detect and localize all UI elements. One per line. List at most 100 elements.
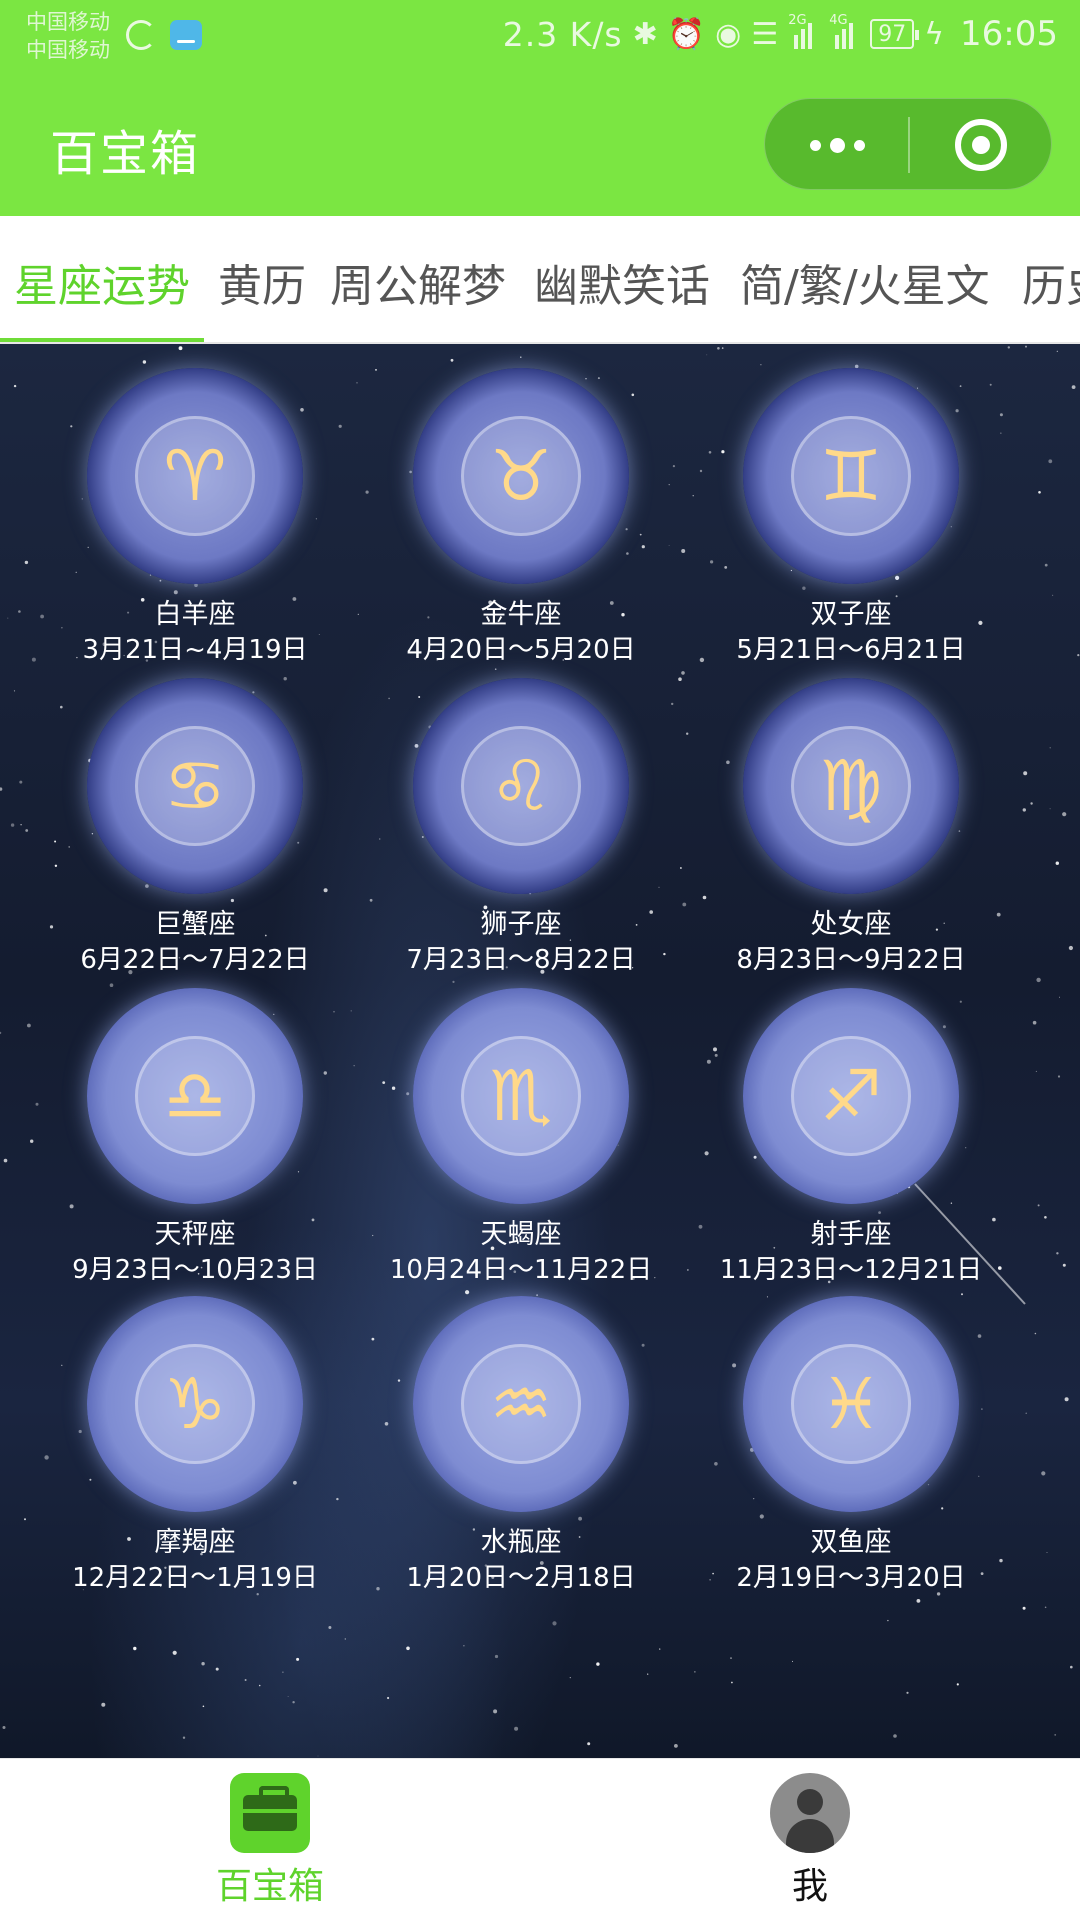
zodiac-date-range: 8月23日～9月22日 — [736, 945, 966, 975]
zodiac-name: 白羊座 — [154, 599, 236, 630]
tab-jokes[interactable]: 幽默笑话 — [534, 250, 710, 314]
zodiac-date-range: 5月21日～6月21日 — [736, 635, 966, 665]
signal-2g-icon: 2G — [788, 13, 819, 49]
zodiac-sign-card[interactable]: ♉ 金牛座 4月20日～5月20日 — [356, 368, 686, 668]
zodiac-name: 摩羯座 — [154, 1527, 236, 1558]
zodiac-symbol-icon: ♋ — [135, 726, 255, 846]
zodiac-panel: ♈ 白羊座 3月21日~4月19日 ♉ 金牛座 4月20日～5月20日 ♊ 双子座 5月21日～… — [0, 344, 1080, 1758]
zodiac-sign-card[interactable]: ♊ 双子座 5月21日～6月21日 — [686, 368, 1016, 668]
carrier-2: 中国移动 — [26, 38, 110, 62]
network-speed: 2.3 K/s — [502, 14, 623, 54]
zodiac-symbol-icon: ♍ — [791, 726, 911, 846]
zodiac-name: 天秤座 — [154, 1219, 236, 1250]
zodiac-date-range: 6月22日～7月22日 — [80, 945, 310, 975]
signal-4g-icon: 4G — [829, 13, 860, 49]
zodiac-avatar: ♉ — [413, 368, 629, 584]
notification-app-icon — [170, 20, 202, 50]
zodiac-date-range: 7月23日～8月22日 — [406, 945, 636, 975]
more-menu-button[interactable] — [765, 99, 909, 191]
tab-almanac[interactable]: 黄历 — [218, 250, 306, 314]
zodiac-symbol-icon: ♌ — [461, 726, 581, 846]
zodiac-avatar: ♎ — [87, 988, 303, 1204]
zodiac-name: 天蝎座 — [480, 1219, 562, 1250]
zodiac-sign-card[interactable]: ♎ 天秤座 9月23日～10月23日 — [30, 988, 360, 1288]
zodiac-avatar: ♋ — [87, 678, 303, 894]
zodiac-date-range: 3月21日~4月19日 — [82, 635, 308, 665]
zodiac-symbol-icon: ♑ — [135, 1344, 255, 1464]
zodiac-avatar: ♏ — [413, 988, 629, 1204]
alarm-icon: ⏰ — [667, 16, 706, 52]
zodiac-avatar: ♊ — [743, 368, 959, 584]
zodiac-sign-card[interactable]: ♏ 天蝎座 10月24日～11月22日 — [356, 988, 686, 1288]
eye-icon: ◉ — [715, 16, 742, 52]
tab-horoscope[interactable]: 星座运势 — [14, 250, 190, 314]
zodiac-name: 狮子座 — [480, 909, 562, 940]
tabbar-item-me[interactable]: 我 — [710, 1773, 910, 1909]
zodiac-date-range: 9月23日～10月23日 — [72, 1255, 318, 1285]
carrier-1: 中国移动 — [26, 10, 110, 34]
zodiac-symbol-icon: ♓ — [791, 1344, 911, 1464]
zodiac-avatar: ♈ — [87, 368, 303, 584]
category-tabs: 星座运势 黄历 周公解梦 幽默笑话 简/繁/火星文 历史 — [0, 216, 1080, 344]
tab-dream-interpretation[interactable]: 周公解梦 — [330, 250, 506, 314]
zodiac-date-range: 2月19日～3月20日 — [736, 1563, 966, 1593]
zodiac-avatar: ♓ — [743, 1296, 959, 1512]
page-title: 百宝箱 — [50, 126, 201, 182]
zodiac-symbol-icon: ♉ — [461, 416, 581, 536]
status-bar: 中国移动 中国移动 2.3 K/s ✱ ⏰ ◉ ☰ 2G 4G 97 ϟ 16:… — [0, 0, 1080, 76]
zodiac-symbol-icon: ♊ — [791, 416, 911, 536]
carrier-labels: 中国移动 中国移动 — [26, 8, 110, 64]
tabbar-home-label: 百宝箱 — [215, 1866, 324, 1907]
zodiac-symbol-icon: ♎ — [135, 1036, 255, 1156]
zodiac-sign-card[interactable]: ♍ 处女座 8月23日～9月22日 — [686, 678, 1016, 978]
zodiac-name: 双子座 — [810, 599, 892, 630]
zodiac-avatar: ♑ — [87, 1296, 303, 1512]
tab-history[interactable]: 历史 — [1022, 250, 1080, 314]
more-dots-icon — [809, 139, 821, 151]
clock: 16:05 — [960, 14, 1058, 54]
zodiac-date-range: 4月20日～5月20日 — [406, 635, 636, 665]
user-avatar-icon — [770, 1773, 850, 1853]
bottom-tab-bar: 百宝箱 我 — [0, 1758, 1080, 1920]
bluetooth-icon: ✱ — [632, 16, 658, 52]
zodiac-name: 金牛座 — [480, 599, 562, 630]
zodiac-sign-card[interactable]: ♈ 白羊座 3月21日~4月19日 — [30, 368, 360, 668]
battery-icon: 97 — [870, 19, 920, 49]
zodiac-name: 水瓶座 — [480, 1527, 562, 1558]
zodiac-sign-card[interactable]: ♓ 双鱼座 2月19日～3月20日 — [686, 1296, 1016, 1596]
net-tag-1: 2G — [788, 13, 807, 28]
zodiac-symbol-icon: ♈ — [135, 416, 255, 536]
tabbar-me-label: 我 — [791, 1866, 828, 1907]
net-tag-2: 4G — [829, 13, 848, 28]
zodiac-avatar: ♒ — [413, 1296, 629, 1512]
zodiac-symbol-icon: ♏ — [461, 1036, 581, 1156]
tabbar-item-home[interactable]: 百宝箱 — [170, 1773, 370, 1909]
close-target-icon — [955, 119, 1007, 171]
zodiac-symbol-icon: ♒ — [461, 1344, 581, 1464]
zodiac-date-range: 12月22日～1月19日 — [72, 1563, 318, 1593]
zodiac-avatar: ♐ — [743, 988, 959, 1204]
tab-text-converter[interactable]: 简/繁/火星文 — [740, 250, 990, 314]
battery-level: 97 — [878, 21, 907, 47]
zodiac-sign-card[interactable]: ♑ 摩羯座 12月22日～1月19日 — [30, 1296, 360, 1596]
close-mini-program-button[interactable] — [909, 99, 1053, 191]
zodiac-sign-card[interactable]: ♋ 巨蟹座 6月22日～7月22日 — [30, 678, 360, 978]
zodiac-name: 巨蟹座 — [154, 909, 236, 940]
toolbox-icon — [230, 1773, 310, 1853]
zodiac-sign-card[interactable]: ♌ 狮子座 7月23日～8月22日 — [356, 678, 686, 978]
zodiac-date-range: 10月24日～11月22日 — [389, 1255, 653, 1285]
zodiac-name: 射手座 — [810, 1219, 892, 1250]
zodiac-avatar: ♍ — [743, 678, 959, 894]
zodiac-date-range: 11月23日～12月21日 — [719, 1255, 983, 1285]
zodiac-sign-card[interactable]: ♐ 射手座 11月23日～12月21日 — [686, 988, 1016, 1288]
wifi-icon: ☰ — [751, 16, 779, 52]
loading-icon — [126, 20, 156, 50]
zodiac-sign-card[interactable]: ♒ 水瓶座 1月20日～2月18日 — [356, 1296, 686, 1596]
zodiac-avatar: ♌ — [413, 678, 629, 894]
zodiac-date-range: 1月20日～2月18日 — [406, 1563, 636, 1593]
zodiac-name: 双鱼座 — [810, 1527, 892, 1558]
charging-icon: ϟ — [924, 16, 945, 52]
mini-program-capsule — [764, 98, 1052, 190]
zodiac-symbol-icon: ♐ — [791, 1036, 911, 1156]
zodiac-name: 处女座 — [810, 909, 892, 940]
